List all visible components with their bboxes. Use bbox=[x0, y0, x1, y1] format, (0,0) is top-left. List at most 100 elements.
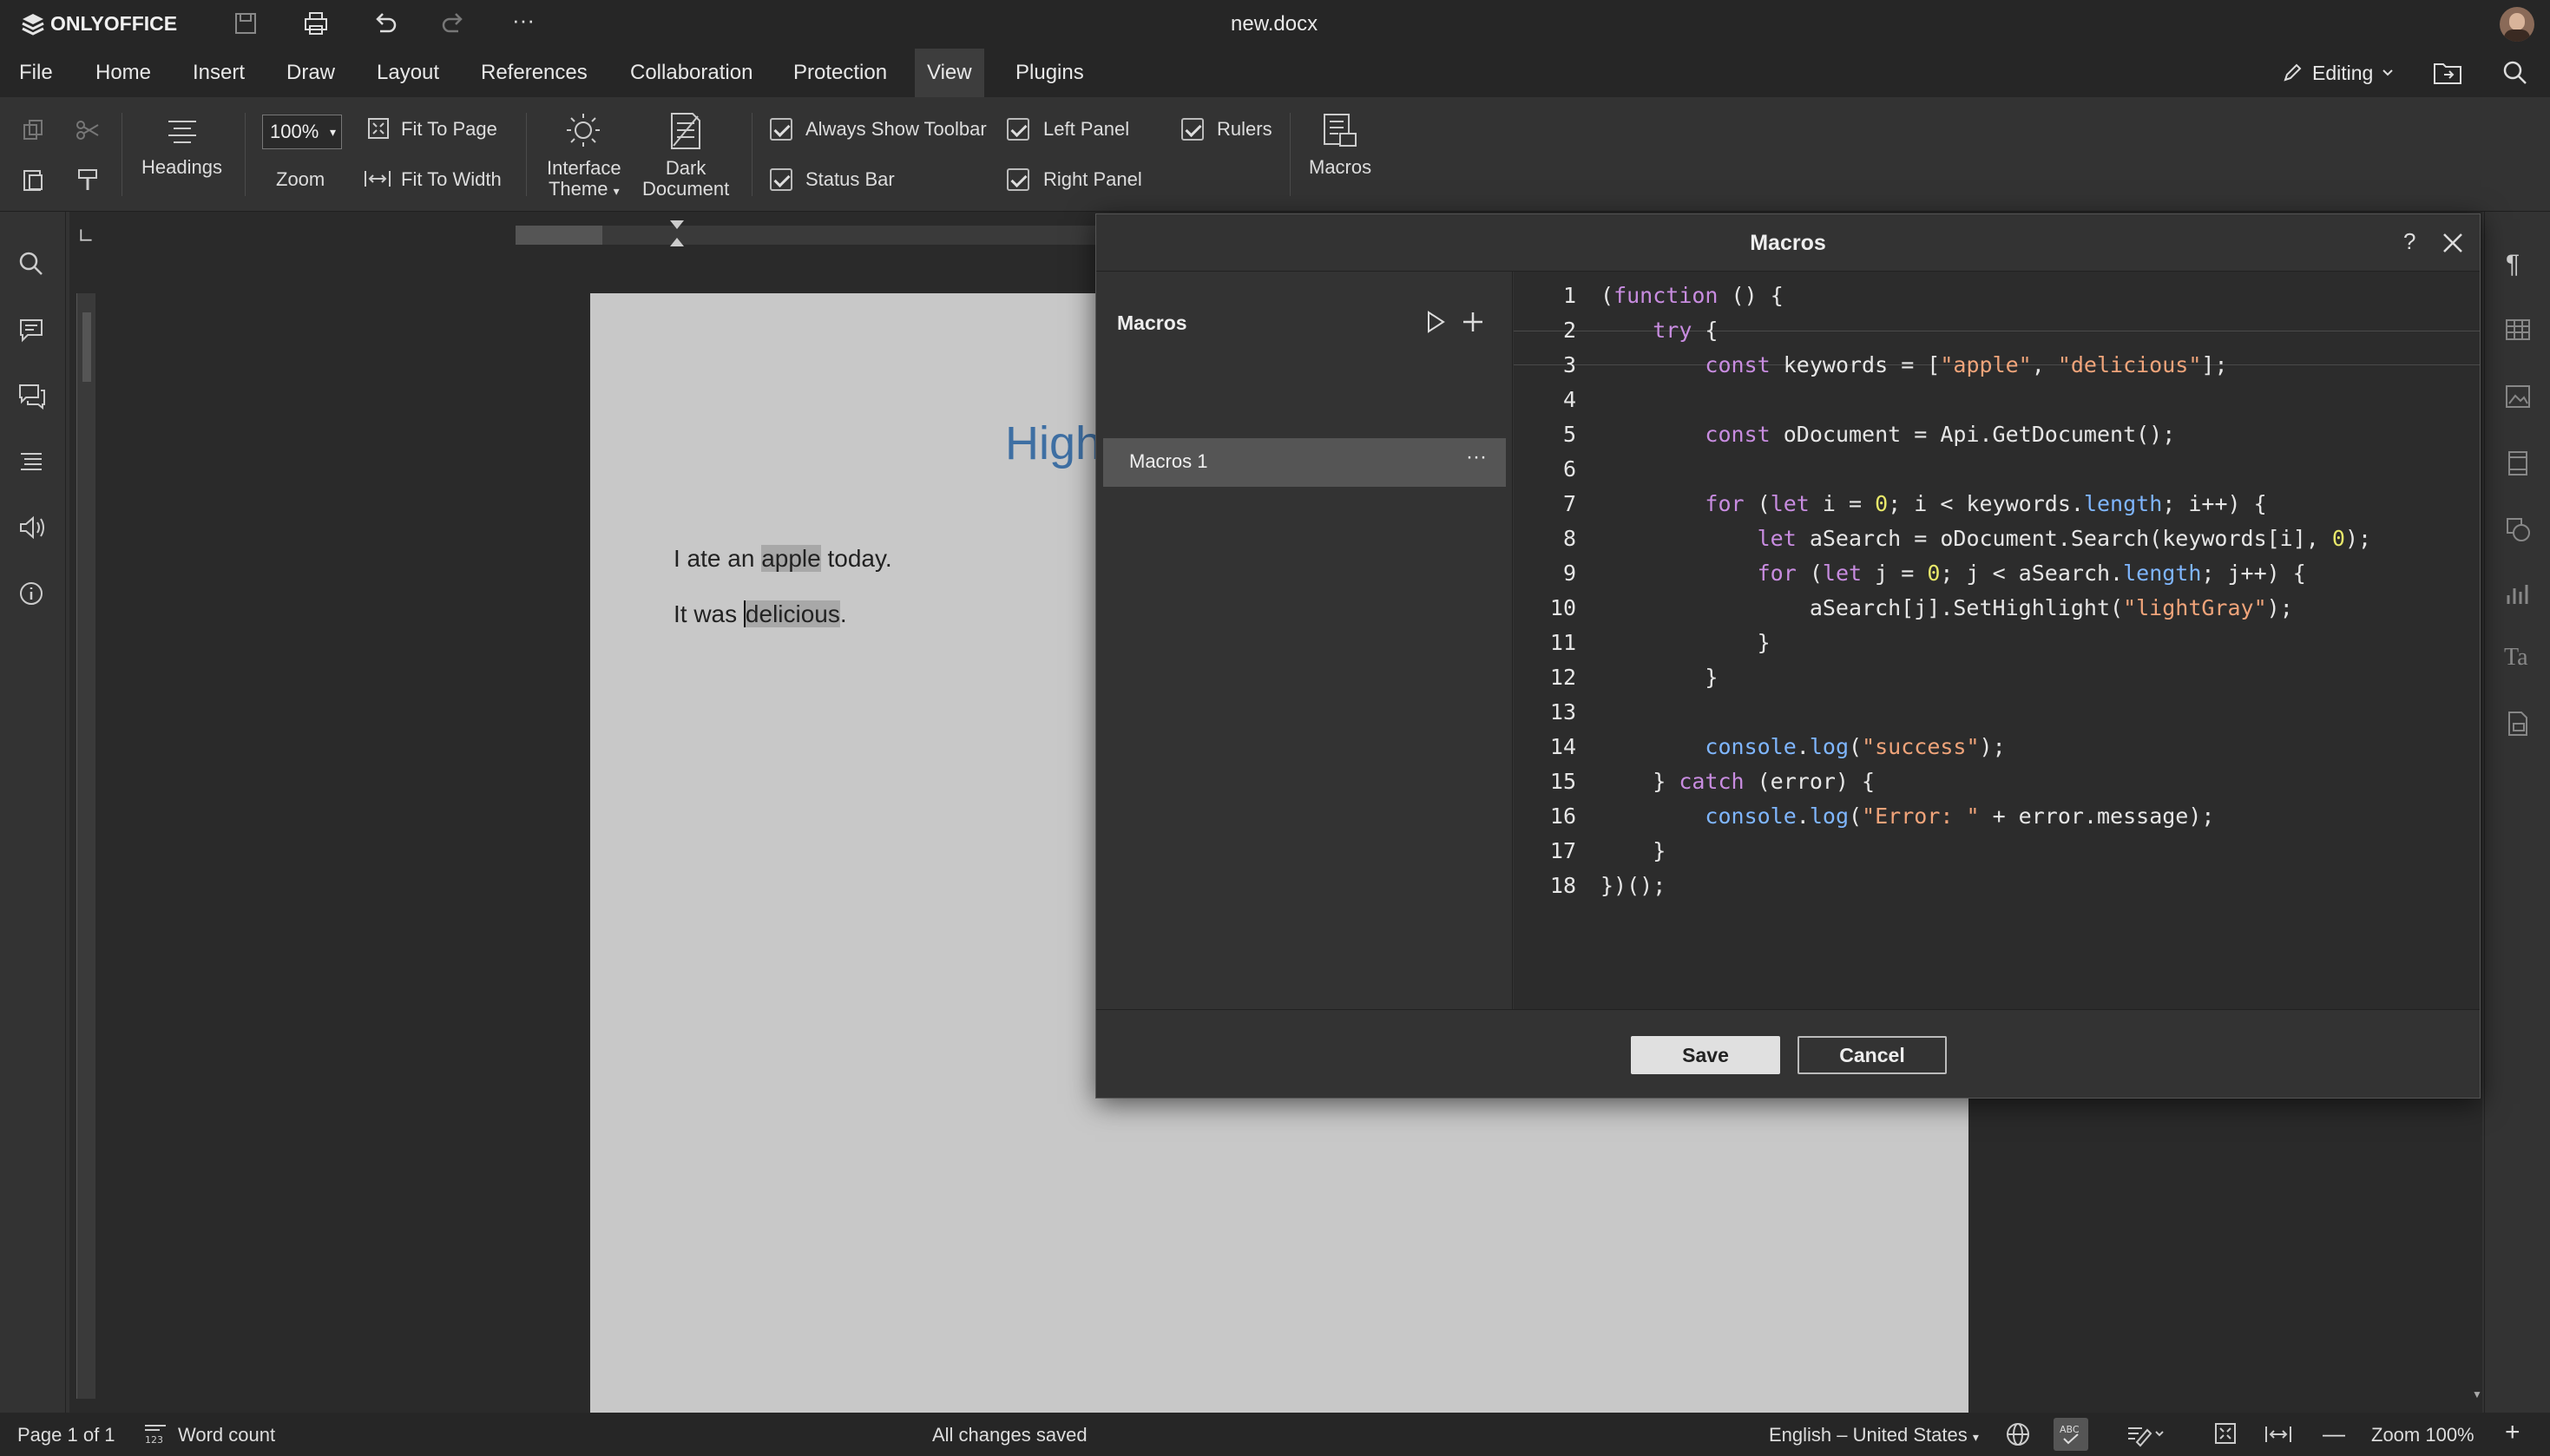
copy-icon[interactable] bbox=[21, 118, 47, 142]
code-line[interactable]: 10 aSearch[j].SetHighlight("lightGray"); bbox=[1514, 591, 2480, 626]
tab-stop-icon[interactable] bbox=[80, 229, 92, 241]
code-line[interactable]: 1 (function () { bbox=[1514, 279, 2480, 313]
menu-draw[interactable]: Draw bbox=[274, 49, 347, 97]
chart-settings-icon[interactable] bbox=[2504, 581, 2532, 607]
menu-home[interactable]: Home bbox=[83, 49, 163, 97]
code-line[interactable]: 4 bbox=[1514, 383, 2480, 417]
headings-icon[interactable] bbox=[165, 116, 200, 148]
word-count-button[interactable]: Word count bbox=[178, 1424, 275, 1446]
zoom-out-icon[interactable]: — bbox=[2323, 1422, 2345, 1445]
code-line[interactable]: 7 for (let i = 0; i < keywords.length; i… bbox=[1514, 487, 2480, 521]
zoom-select[interactable]: 100% ▾ bbox=[262, 115, 342, 149]
fit-width-icon[interactable] bbox=[2264, 1424, 2293, 1445]
right-panel-checkbox[interactable] bbox=[1007, 168, 1029, 191]
format-painter-icon[interactable] bbox=[75, 167, 101, 193]
interface-theme-button[interactable]: Interface Theme ▾ bbox=[547, 158, 621, 201]
print-icon[interactable] bbox=[302, 10, 330, 36]
code-line[interactable]: 8 let aSearch = oDocument.Search(keyword… bbox=[1514, 521, 2480, 556]
header-footer-icon[interactable] bbox=[2504, 449, 2532, 477]
comments-icon[interactable] bbox=[17, 316, 45, 344]
add-macro-icon[interactable] bbox=[1461, 310, 1485, 334]
image-settings-icon[interactable] bbox=[2504, 384, 2532, 410]
open-file-location-icon[interactable] bbox=[2432, 59, 2463, 87]
left-panel-checkbox[interactable] bbox=[1007, 118, 1029, 141]
vertical-ruler[interactable] bbox=[76, 293, 95, 1399]
language-select[interactable]: English – United States ▾ bbox=[1769, 1424, 1979, 1446]
code-line[interactable]: 11 } bbox=[1514, 626, 2480, 660]
code-line[interactable]: 13 bbox=[1514, 695, 2480, 730]
chat-icon[interactable] bbox=[17, 382, 47, 410]
menu-layout[interactable]: Layout bbox=[365, 49, 451, 97]
fit-page-icon[interactable] bbox=[2213, 1421, 2238, 1446]
fit-to-width-button[interactable]: Fit To Width bbox=[401, 168, 502, 191]
shape-settings-icon[interactable] bbox=[2504, 515, 2532, 543]
menu-insert[interactable]: Insert bbox=[181, 49, 257, 97]
search-icon[interactable] bbox=[2501, 59, 2529, 87]
table-settings-icon[interactable] bbox=[2504, 318, 2532, 342]
page-number[interactable]: Page 1 of 1 bbox=[17, 1424, 115, 1446]
redo-icon[interactable] bbox=[439, 10, 467, 36]
menu-view[interactable]: View bbox=[915, 49, 984, 97]
zoom-level: Zoom 100% bbox=[2371, 1424, 2474, 1446]
headings-label[interactable]: Headings bbox=[141, 156, 222, 179]
menu-plugins[interactable]: Plugins bbox=[1003, 49, 1096, 97]
info-icon[interactable] bbox=[17, 580, 45, 607]
more-icon[interactable]: ··· bbox=[512, 7, 535, 34]
code-line[interactable]: 14 console.log("success"); bbox=[1514, 730, 2480, 764]
macros-icon bbox=[1321, 111, 1361, 151]
code-line[interactable]: 3 const keywords = ["apple", "delicious"… bbox=[1514, 348, 2480, 383]
title-bar: ONLYOFFICE ··· new.docx bbox=[0, 0, 2550, 49]
brand-name: ONLYOFFICE bbox=[50, 12, 178, 35]
code-line[interactable]: 16 console.log("Error: " + error.message… bbox=[1514, 799, 2480, 834]
onlyoffice-logo-icon bbox=[21, 12, 45, 36]
macro-list-item[interactable]: Macros 1 ··· bbox=[1103, 438, 1506, 487]
always-show-toolbar-checkbox[interactable] bbox=[770, 118, 792, 141]
undo-icon[interactable] bbox=[371, 10, 399, 36]
text-art-icon[interactable]: Ta bbox=[2504, 644, 2528, 672]
horizontal-ruler[interactable] bbox=[516, 220, 1163, 246]
dark-document-label-2: Document bbox=[642, 178, 730, 200]
search-icon[interactable] bbox=[17, 250, 45, 278]
code-line[interactable]: 9 for (let j = 0; j < aSearch.length; j+… bbox=[1514, 556, 2480, 591]
code-line[interactable]: 2 try { bbox=[1514, 313, 2480, 348]
paragraph-settings-icon[interactable]: ¶ bbox=[2506, 250, 2520, 279]
menu-protection[interactable]: Protection bbox=[781, 49, 899, 97]
paste-icon[interactable] bbox=[21, 167, 47, 193]
help-icon[interactable]: ? bbox=[2403, 228, 2415, 255]
run-macro-icon[interactable] bbox=[1424, 310, 1447, 334]
speaker-icon[interactable] bbox=[17, 514, 47, 541]
macro-options-icon[interactable]: ··· bbox=[1466, 445, 1487, 469]
menu-file[interactable]: File bbox=[7, 49, 65, 97]
code-line[interactable]: 6 bbox=[1514, 452, 2480, 487]
cancel-button[interactable]: Cancel bbox=[1797, 1036, 1947, 1074]
interface-theme-label-1: Interface bbox=[547, 157, 621, 179]
spell-check-icon[interactable]: ABC bbox=[2054, 1418, 2088, 1451]
track-changes-icon[interactable] bbox=[2125, 1421, 2165, 1447]
save-button[interactable]: Save bbox=[1631, 1036, 1780, 1074]
code-line[interactable]: 15 } catch (error) { bbox=[1514, 764, 2480, 799]
status-bar-checkbox[interactable] bbox=[770, 168, 792, 191]
menu-references[interactable]: References bbox=[469, 49, 600, 97]
save-icon[interactable] bbox=[233, 10, 259, 36]
code-line[interactable]: 12 } bbox=[1514, 660, 2480, 695]
editing-mode-button[interactable]: Editing bbox=[2281, 59, 2394, 87]
code-line[interactable]: 18})(); bbox=[1514, 869, 2480, 903]
code-line[interactable]: 5 const oDocument = Api.GetDocument(); bbox=[1514, 417, 2480, 452]
zoom-in-icon[interactable]: + bbox=[2505, 1418, 2520, 1447]
menu-collaboration[interactable]: Collaboration bbox=[618, 49, 765, 97]
code-line[interactable]: 17 } bbox=[1514, 834, 2480, 869]
scroll-down-icon[interactable]: ▼ bbox=[2472, 1388, 2482, 1400]
line-number: 5 bbox=[1562, 422, 1576, 447]
macros-button[interactable]: Macros bbox=[1309, 156, 1371, 179]
mail-merge-icon[interactable] bbox=[2504, 710, 2532, 738]
avatar[interactable] bbox=[2500, 7, 2534, 42]
close-icon[interactable] bbox=[2440, 230, 2466, 256]
rulers-checkbox[interactable] bbox=[1181, 118, 1204, 141]
navigation-icon[interactable] bbox=[17, 448, 45, 475]
fit-to-page-button[interactable]: Fit To Page bbox=[401, 118, 497, 141]
dark-document-button[interactable]: Dark Document bbox=[642, 158, 729, 200]
highlighted-word-apple: apple bbox=[761, 545, 821, 572]
cut-icon[interactable] bbox=[75, 118, 101, 142]
globe-icon[interactable] bbox=[2005, 1421, 2031, 1447]
code-editor[interactable]: 1 (function () {2 try {3 const keywords =… bbox=[1514, 272, 2480, 1009]
